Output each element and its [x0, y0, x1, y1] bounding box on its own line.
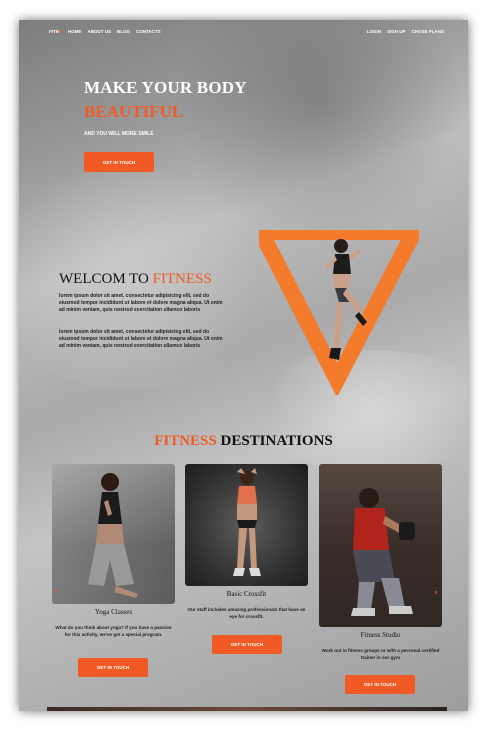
welcome-paragraph: lorem ipsum dolor sit amet, consectetur …: [59, 329, 223, 350]
welcome-title-accent: FITNESS: [152, 271, 212, 287]
landing-page: FITNE HOME ABOUT US BLOG CONTACTS LOGIN …: [19, 20, 468, 711]
card-title-basic-crossfit: Basic Crossfit: [226, 590, 267, 598]
destinations-title-accent: FITNESS: [154, 433, 217, 449]
site-logo[interactable]: FITNE: [49, 29, 62, 34]
crossfit-woman-illustration: [233, 468, 261, 576]
nav-item-chose-plans[interactable]: CHOSE PLANS: [411, 29, 444, 34]
triangle-athlete-graphic: [259, 230, 419, 395]
card-desc-fitness-studio: Work out in fitness groups or with a per…: [321, 648, 440, 660]
nav-right: LOGIN SIGN UP CHOSE PLANS: [367, 29, 444, 34]
fitness-man-illustration: [319, 464, 442, 627]
nav-item-blog[interactable]: BLOG: [117, 29, 130, 34]
welcome-paragraph: lorem ipsum dolor sit amet, consectetur …: [59, 293, 223, 314]
yoga-woman-illustration: [52, 464, 175, 604]
destinations-title-text: DESTINATIONS: [220, 433, 333, 449]
background-photo-shade: [169, 20, 468, 240]
nav-item-about-us[interactable]: ABOUT US: [88, 29, 112, 34]
destinations-title: FITNESS DESTINATIONS: [19, 433, 468, 450]
studio-get-in-touch-button[interactable]: GET IN TOUCH: [345, 675, 415, 694]
chevron-left-icon[interactable]: ‹: [53, 587, 57, 597]
welcome-title-text: WELCOM TO: [59, 271, 149, 287]
welcome-title: WELCOM TO FITNESS: [59, 271, 212, 288]
card-desc-basic-crossfit: Our staff includes amazing professionals…: [187, 607, 306, 619]
crossfit-get-in-touch-button[interactable]: GET IN TOUCH: [212, 635, 282, 654]
fitness-studio-image[interactable]: [319, 464, 442, 627]
nav-item-contacts[interactable]: CONTACTS: [136, 29, 161, 34]
logo-accent: E: [59, 29, 63, 34]
basic-crossfit-image[interactable]: [185, 464, 308, 586]
nav-item-home[interactable]: HOME: [68, 29, 82, 34]
hero-title-accent: BEAUTIFUL: [84, 102, 184, 121]
yoga-classes-image[interactable]: [52, 464, 175, 604]
yoga-get-in-touch-button[interactable]: GET IN TOUCH: [78, 658, 148, 677]
hero-subtitle: AND YOU WILL MORE SMILE: [84, 131, 154, 137]
top-nav: FITNE HOME ABOUT US BLOG CONTACTS LOGIN …: [19, 29, 468, 39]
logo-text: FITN: [49, 29, 59, 34]
footer-image-strip: [47, 707, 447, 711]
nav-item-sign-up[interactable]: SIGN UP: [387, 29, 406, 34]
card-title-fitness-studio: Fitness Studio: [360, 631, 401, 639]
card-title-yoga-classes: Yoga Classes: [94, 608, 133, 616]
nav-left: FITNE HOME ABOUT US BLOG CONTACTS: [49, 29, 161, 34]
hero-get-in-touch-button[interactable]: GET IN TOUCH: [84, 152, 154, 172]
hero-title: MAKE YOUR BODY: [84, 78, 247, 97]
nav-item-login[interactable]: LOGIN: [367, 29, 381, 34]
chevron-right-icon[interactable]: ›: [434, 588, 438, 598]
card-desc-yoga-classes: What do you think about yoga? If you hav…: [55, 625, 172, 637]
